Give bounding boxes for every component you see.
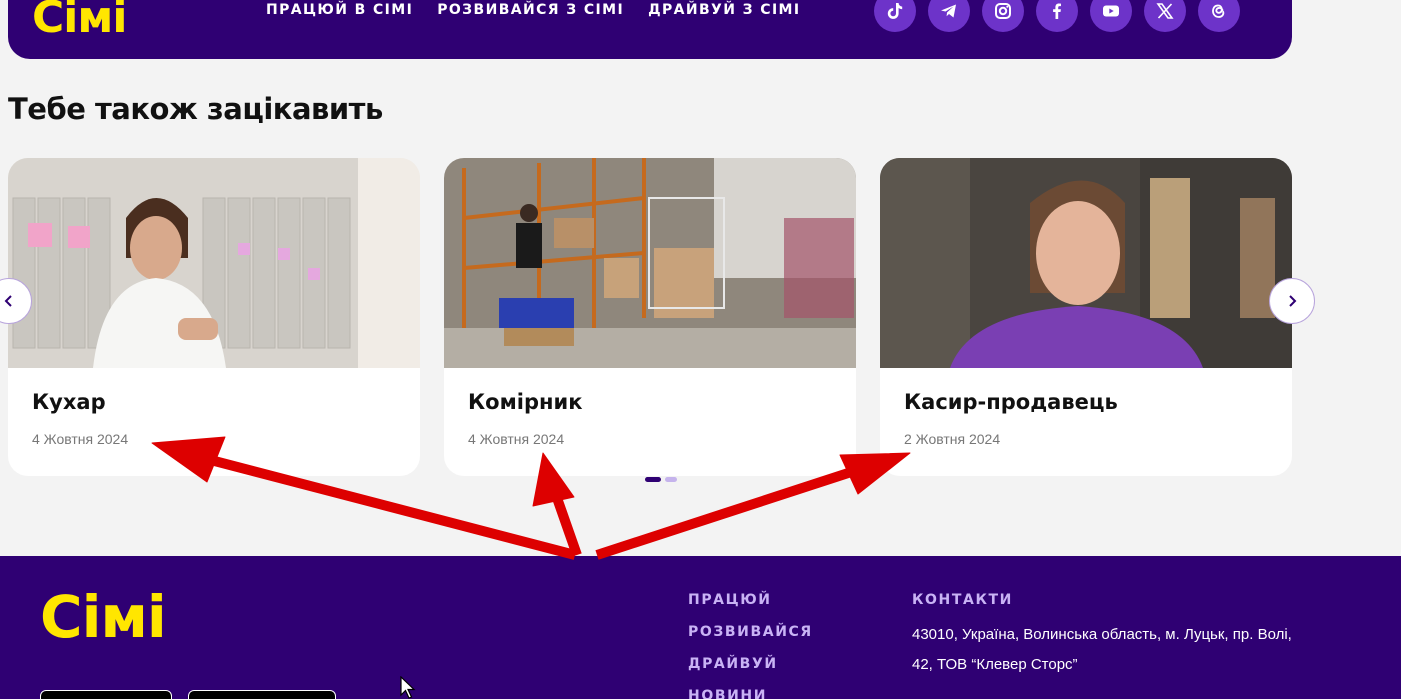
card-date: 4 Жовтня 2024 bbox=[468, 431, 565, 447]
footer-logo[interactable]: Сімі bbox=[40, 586, 167, 648]
footer-contacts: КОНТАКТИ 43010, Україна, Волинська облас… bbox=[912, 592, 1292, 680]
footer-nav-drive[interactable]: ДРАЙВУЙ bbox=[688, 656, 813, 688]
card-image-warehouse bbox=[444, 158, 856, 368]
pagination-dot[interactable] bbox=[665, 477, 677, 482]
footer-nav: ПРАЦЮЙ РОЗВИВАЙСЯ ДРАЙВУЙ НОВИНИ bbox=[688, 592, 813, 699]
threads-icon[interactable] bbox=[1198, 0, 1240, 32]
card-date: 4 Жовтня 2024 bbox=[32, 431, 129, 447]
card-title[interactable]: Комірник bbox=[468, 390, 582, 414]
card-date: 2 Жовтня 2024 bbox=[904, 431, 1001, 447]
social-links bbox=[874, 0, 1240, 32]
pagination-dot-active[interactable] bbox=[645, 477, 661, 482]
carousel-pagination bbox=[645, 477, 677, 482]
footer-nav-news[interactable]: НОВИНИ bbox=[688, 688, 813, 699]
top-header: Сімі ПРАЦЮЙ В СІМІ РОЗВИВАЙСЯ З СІМІ ДРА… bbox=[8, 0, 1292, 59]
article-card[interactable]: Касир-продавець 2 Жовтня 2024 bbox=[880, 158, 1292, 476]
main-nav: ПРАЦЮЙ В СІМІ РОЗВИВАЙСЯ З СІМІ ДРАЙВУЙ … bbox=[266, 2, 801, 18]
card-title[interactable]: Кухар bbox=[32, 390, 106, 414]
article-card[interactable]: Комірник 4 Жовтня 2024 bbox=[444, 158, 856, 476]
simi-logo[interactable]: Сімі bbox=[32, 0, 127, 40]
contacts-heading: КОНТАКТИ bbox=[912, 592, 1013, 608]
facebook-icon[interactable] bbox=[1036, 0, 1078, 32]
site-footer: Сімі ПРАЦЮЙ РОЗВИВАЙСЯ ДРАЙВУЙ НОВИНИ КО… bbox=[0, 556, 1401, 699]
mouse-cursor-icon bbox=[400, 676, 416, 699]
google-play-badge[interactable] bbox=[188, 690, 336, 699]
card-image-cook bbox=[8, 158, 420, 368]
tiktok-icon[interactable] bbox=[874, 0, 916, 32]
contacts-address: 43010, Україна, Волинська область, м. Лу… bbox=[912, 626, 1292, 673]
section-title: Тебе також зацікавить bbox=[8, 92, 383, 126]
nav-develop[interactable]: РОЗВИВАЙСЯ З СІМІ bbox=[437, 2, 624, 18]
card-image-cashier bbox=[880, 158, 1292, 368]
carousel-next-button[interactable] bbox=[1269, 278, 1315, 324]
instagram-icon[interactable] bbox=[982, 0, 1024, 32]
youtube-icon[interactable] bbox=[1090, 0, 1132, 32]
x-icon[interactable] bbox=[1144, 0, 1186, 32]
chevron-left-icon bbox=[4, 295, 12, 307]
chevron-right-icon bbox=[1289, 295, 1297, 307]
telegram-icon[interactable] bbox=[928, 0, 970, 32]
app-store-badge[interactable] bbox=[40, 690, 172, 699]
card-title[interactable]: Касир-продавець bbox=[904, 390, 1118, 414]
nav-drive[interactable]: ДРАЙВУЙ З СІМІ bbox=[648, 2, 800, 18]
article-card[interactable]: Кухар 4 Жовтня 2024 bbox=[8, 158, 420, 476]
nav-work[interactable]: ПРАЦЮЙ В СІМІ bbox=[266, 2, 413, 18]
footer-nav-develop[interactable]: РОЗВИВАЙСЯ bbox=[688, 624, 813, 656]
footer-nav-work[interactable]: ПРАЦЮЙ bbox=[688, 592, 813, 624]
